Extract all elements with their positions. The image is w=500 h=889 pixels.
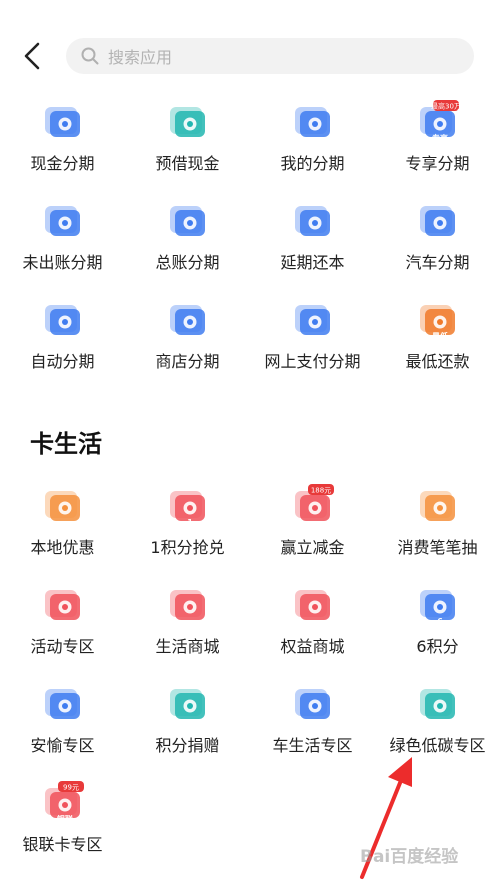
exclusive-installment-icon: 最高30万专享 (420, 100, 459, 142)
app-label: 本地优惠 (30, 538, 95, 557)
discount-coupon-icon: 188元 (295, 484, 334, 521)
app-six-points[interactable]: 6 6积分 (375, 581, 500, 677)
app-anyu-zone[interactable]: 安愉专区 (0, 680, 125, 776)
top-bar (0, 0, 500, 92)
benefits-mall-icon (295, 590, 330, 620)
app-car-installment[interactable]: 汽车分期 (375, 197, 500, 293)
lucky-draw-icon (420, 491, 455, 521)
app-label: 1积分抢兑 (150, 538, 225, 557)
app-cash-advance[interactable]: 预借现金 (125, 98, 250, 194)
cash-installment-icon (45, 107, 80, 137)
app-lucky-draw[interactable]: 消费笔笔抽 (375, 482, 500, 578)
search-bar[interactable] (66, 38, 474, 76)
app-auto-installment[interactable]: 自动分期 (0, 296, 125, 392)
app-label: 赢立减金 (280, 538, 345, 557)
app-label: 未出账分期 (22, 253, 103, 272)
app-shop-installment[interactable]: 商店分期 (125, 296, 250, 392)
app-label: 生活商城 (155, 637, 220, 656)
app-label: 最低还款 (405, 352, 470, 371)
six-points-icon: 6 (420, 590, 455, 625)
app-points-donation[interactable]: 积分捐赠 (125, 680, 250, 776)
icon-badge-text: 最高30万 (431, 102, 459, 111)
app-discount-coupon[interactable]: 188元赢立减金 (250, 482, 375, 578)
app-unionpay-card-zone[interactable]: 99元银联银联卡专区 (0, 779, 125, 875)
app-online-payment-installment[interactable]: 网上支付分期 (250, 296, 375, 392)
unbilled-installment-icon (45, 206, 80, 236)
icon-tag-text: 银联 (56, 814, 73, 823)
app-label: 预借现金 (155, 154, 220, 173)
bill-installment-icon (170, 206, 205, 236)
online-payment-installment-icon (295, 305, 330, 335)
unionpay-card-zone-icon: 99元银联 (45, 781, 84, 823)
events-zone-icon (45, 590, 80, 620)
app-label: 商店分期 (155, 352, 220, 371)
app-label: 网上支付分期 (264, 352, 361, 371)
app-minimum-repayment[interactable]: 最低 最低还款 (375, 296, 500, 392)
icon-tag-text: 专享 (432, 133, 448, 142)
app-label: 专享分期 (405, 154, 470, 173)
app-label: 延期还本 (280, 253, 345, 272)
app-benefits-mall[interactable]: 权益商城 (250, 581, 375, 677)
search-input[interactable] (106, 38, 450, 76)
search-icon (81, 47, 99, 65)
app-label: 6积分 (416, 637, 459, 656)
app-label: 自动分期 (30, 352, 95, 371)
icon-tag-text: 最低 (432, 331, 448, 340)
back-arrow-icon[interactable] (18, 40, 48, 72)
app-label: 安愉专区 (30, 736, 95, 755)
app-label: 权益商城 (280, 637, 345, 656)
section-title-card-life: 卡生活 (30, 430, 102, 458)
app-label: 绿色低碳专区 (389, 736, 486, 755)
app-label: 车生活专区 (272, 736, 353, 755)
app-label: 活动专区 (30, 637, 95, 656)
anyu-zone-icon (45, 689, 80, 719)
green-low-carbon-icon (420, 689, 455, 719)
app-life-mall[interactable]: 生活商城 (125, 581, 250, 677)
auto-installment-icon (45, 305, 80, 335)
my-installment-icon (295, 107, 330, 137)
app-deferred-principal[interactable]: 延期还本 (250, 197, 375, 293)
app-exclusive-installment[interactable]: 最高30万专享专享分期 (375, 98, 500, 194)
app-label: 我的分期 (280, 154, 345, 173)
minimum-repayment-icon: 最低 (420, 305, 455, 340)
app-label: 消费笔笔抽 (397, 538, 478, 557)
icon-badge-text: 99元 (63, 784, 79, 792)
icon-badge-text: 188元 (311, 487, 331, 495)
icon-tag-text: 6 (437, 617, 443, 625)
watermark: Bai百度经验 (360, 847, 459, 867)
app-points-redeem[interactable]: 1 1积分抢兑 (125, 482, 250, 578)
app-label: 现金分期 (30, 154, 95, 173)
life-mall-icon (170, 590, 205, 620)
app-local-offers[interactable]: 本地优惠 (0, 482, 125, 578)
app-label: 总账分期 (155, 253, 220, 272)
points-donation-icon (170, 689, 205, 719)
icon-tag-text: 1 (187, 518, 193, 526)
app-cash-installment[interactable]: 现金分期 (0, 98, 125, 194)
app-unbilled-installment[interactable]: 未出账分期 (0, 197, 125, 293)
car-life-zone-icon (295, 689, 330, 719)
app-events-zone[interactable]: 活动专区 (0, 581, 125, 677)
app-label: 汽车分期 (405, 253, 470, 272)
points-redeem-icon: 1 (170, 491, 205, 526)
cash-advance-icon (170, 107, 205, 137)
deferred-principal-icon (295, 206, 330, 236)
app-bill-installment[interactable]: 总账分期 (125, 197, 250, 293)
shop-installment-icon (170, 305, 205, 335)
car-installment-icon (420, 206, 455, 236)
local-offers-icon (45, 491, 80, 521)
app-label: 积分捐赠 (155, 736, 220, 755)
app-my-installment[interactable]: 我的分期 (250, 98, 375, 194)
app-label: 银联卡专区 (22, 835, 103, 854)
